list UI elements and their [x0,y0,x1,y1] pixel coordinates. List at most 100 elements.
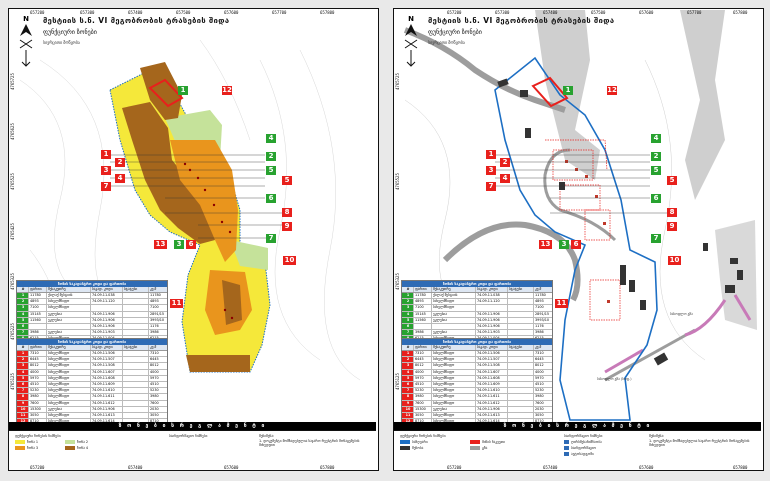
column-header: # [17,287,29,292]
legend-item: ზონა 3 [15,445,65,451]
column-header: სტატუსი [508,345,534,350]
table-cell [123,381,149,388]
zone-tag: 2 [651,152,661,161]
legend-swatch [65,440,75,444]
zone-tag: 4 [651,134,661,143]
column-header: სტატუსი [123,287,149,292]
table-cell: ეკლესია [47,311,91,317]
table-cell: 2030 [535,406,544,411]
column-header: კვ.მ [150,345,157,349]
table-cell: 5 [402,317,414,323]
coord-top: 657600 [639,10,654,15]
table-cell: სახელმწიფო [47,375,91,381]
table-cell: 5230 [150,388,159,393]
table-cell [123,400,149,406]
table-cell [123,299,149,305]
column-header: კვ.მ [535,287,542,291]
table-cell: 7100 [535,305,544,310]
parcel-table-red: ზონის საკადასტრო კოდი და ფართობი # ფართი… [401,338,553,433]
table-cell: სახელმწიფო [47,381,91,388]
table-cell: 5970 [29,375,47,381]
table-cell: 7310 [29,351,47,357]
zone-tag: 5 [266,166,276,175]
table-cell: 6445 [29,357,47,363]
table-cell: სახელმწიფო [432,400,476,406]
svg-text:N: N [408,15,414,23]
column-header: ფართი [414,345,432,350]
map-sheet-right: 657200 657300 657400 657500 657600 65770… [385,0,770,481]
table-cell: 7100 [414,305,432,311]
table-cell: 11780 [29,293,47,299]
table-cell: 4 [17,369,29,375]
table-cell [123,406,149,412]
table-cell: 11 [17,412,29,419]
table-cell: 74.09.11.508 [91,363,123,369]
table-cell: სახელმწიფო [432,351,476,357]
table-cell [476,305,508,311]
column-header: ფართი [29,345,47,350]
coord-top: 657400 [128,10,143,15]
table-cell [508,351,534,357]
column-header: საკად. კოდი [91,345,123,350]
table-cell: 4000 [535,369,544,374]
table-cell: 7310 [150,351,159,355]
table-cell: 7310 [414,351,432,357]
coord-top: 657400 [543,10,558,15]
table-cell: 4000 [150,369,159,374]
zone-tag: 12 [222,86,232,95]
table-cell: 7 [17,388,29,394]
zone-tag: 9 [667,222,677,231]
zone-tag: 7 [486,182,496,191]
table-cell [508,400,534,406]
coord-top: 657700 [272,10,287,15]
table-cell [47,323,91,330]
table-cell: 74.09.11.613 [91,412,123,419]
map-subtitle-2: სივრცითი მოწყობა [43,40,80,45]
table-cell: სახელმწიფო [432,375,476,381]
table-cell: 74.09.11.507 [91,357,123,363]
table-cell: 74.09.11.906 [476,406,508,412]
table-cell: 4893 [150,299,159,304]
column-header: სტატუსი [508,287,534,292]
zone-tag: 3 [101,166,111,175]
map-subtitle-2: სივრცითი მოწყობა [428,40,465,45]
table-cell: 7600 [150,400,159,405]
zone-tag: 13 [154,240,167,249]
table-cell: 5230 [535,388,544,393]
table-cell: 3050 [414,412,432,419]
table-cell: 4510 [150,381,159,386]
table-cell [123,357,149,363]
table-cell [508,369,534,375]
legend-swatch [15,440,25,444]
table-cell [508,293,534,299]
column-header: # [17,345,29,350]
zone-tag: 2 [266,152,276,161]
table-cell: 3 [17,305,29,311]
table-cell [508,323,534,330]
table-cell: სახელმწიფო [432,305,476,311]
table-cell [123,363,149,369]
table-cell [123,323,149,330]
table-cell [123,293,149,299]
column-header: კვ.მ [535,345,542,349]
road-label: სასოფლო გზა (სოფ.) [597,377,632,381]
zone-tag: 1 [563,86,573,95]
column-header: საკად. კოდი [476,287,508,292]
coord-bottom: 657800 [733,465,748,470]
table-cell [508,330,534,336]
table-cell [508,357,534,363]
coord-left: 4765325 [395,273,400,290]
table-cell: სახელმწიფო [47,351,91,357]
map-sheet-left: 657200 657300 657400 657500 657600 65770… [0,0,385,481]
zone-tag: 7 [651,234,661,243]
table-cell: 3993/10 [150,317,165,322]
table-cell: 15300 [29,406,47,412]
table-cell: 7600 [29,400,47,406]
zone-tag: 2 [115,158,125,167]
table-cell: 74.09.11.120 [91,299,123,305]
table-cell: სახელმწიფო [432,363,476,369]
table-cell: 74.09.11.906 [476,317,508,323]
zone-tag: 13 [539,240,552,249]
table-cell [508,305,534,311]
coord-top: 657300 [80,10,95,15]
